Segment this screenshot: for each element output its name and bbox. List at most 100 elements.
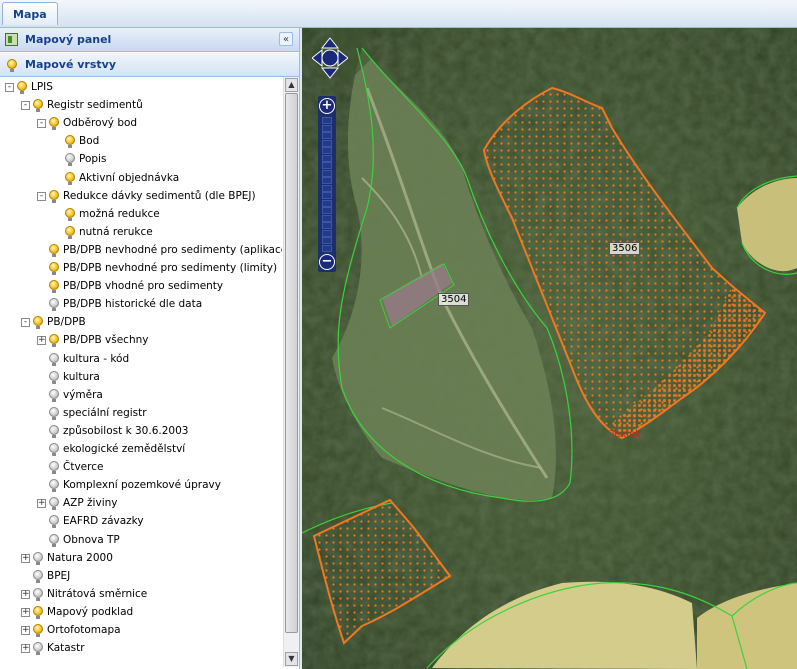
expand-node-icon[interactable]: + — [37, 336, 46, 346]
layer-tree-item[interactable]: speciální registr — [0, 405, 282, 423]
layer-tree-item[interactable]: výměra — [0, 387, 282, 405]
lightbulb-icon[interactable] — [49, 461, 59, 475]
layer-tree-item[interactable]: Popis — [0, 151, 282, 169]
parcel-label-3504[interactable]: 3504 — [438, 293, 470, 306]
layer-tree-item[interactable]: + PB/DPB všechny — [0, 332, 282, 350]
zoom-level-tick[interactable] — [322, 192, 332, 199]
lightbulb-icon[interactable] — [49, 370, 59, 384]
lightbulb-icon[interactable] — [49, 117, 59, 131]
lightbulb-icon[interactable] — [49, 479, 59, 493]
expand-node-icon[interactable]: + — [21, 589, 30, 599]
lightbulb-icon[interactable] — [33, 605, 43, 619]
layer-tree-item[interactable]: PB/DPB historické dle data — [0, 296, 282, 314]
layer-tree-item[interactable]: - Registr sedimentů — [0, 97, 282, 115]
layer-tree-scrollbar[interactable]: ▲ ▼ — [283, 77, 299, 667]
pan-down-icon[interactable] — [320, 67, 340, 79]
pan-right-icon[interactable] — [337, 48, 348, 68]
expand-node-icon[interactable]: + — [21, 626, 30, 635]
lightbulb-icon[interactable] — [33, 642, 43, 656]
layer-tree-item[interactable]: PB/DPB vhodné pro sedimenty — [0, 278, 282, 296]
zoom-slider[interactable]: + − — [318, 96, 336, 272]
layer-tree-item[interactable]: + Nitrátová směrnice — [0, 586, 282, 604]
expand-node-icon[interactable]: + — [21, 607, 30, 617]
lightbulb-icon[interactable] — [33, 316, 43, 330]
layer-tree-item[interactable]: - Redukce dávky sedimentů (dle BPEJ) — [0, 188, 282, 206]
pan-up-icon[interactable] — [320, 37, 340, 49]
layer-tree-item[interactable]: - PB/DPB — [0, 314, 282, 332]
layer-tree-item[interactable]: Bod — [0, 133, 282, 151]
parcel-label-3506[interactable]: 3506 — [609, 242, 641, 255]
zoom-level-tick[interactable] — [322, 154, 332, 162]
lightbulb-icon[interactable] — [49, 262, 59, 275]
zoom-level-tick[interactable] — [322, 117, 332, 124]
map-layers-header[interactable]: Mapové vrstvy — [0, 53, 299, 77]
lightbulb-icon[interactable] — [33, 624, 43, 637]
lightbulb-icon[interactable] — [49, 298, 59, 312]
orthophoto-map[interactable] — [302, 28, 797, 669]
layer-tree-item[interactable]: BPEJ — [0, 568, 282, 586]
collapse-node-icon[interactable]: - — [37, 191, 46, 201]
lightbulb-icon[interactable] — [49, 424, 59, 438]
layer-tree-item[interactable]: EAFRD závazky — [0, 513, 282, 531]
lightbulb-icon[interactable] — [33, 551, 43, 565]
layer-tree-item[interactable]: + Ortofotomapa — [0, 622, 282, 640]
layer-tree-item[interactable]: Aktivní objednávka — [0, 170, 282, 188]
lightbulb-icon[interactable] — [49, 497, 59, 511]
layer-tree-item[interactable]: způsobilost k 30.6.2003 — [0, 423, 282, 441]
lightbulb-icon[interactable] — [17, 81, 27, 94]
lightbulb-icon[interactable] — [49, 334, 59, 348]
zoom-level-tick[interactable] — [322, 207, 332, 214]
layer-tree-item[interactable]: PB/DPB nevhodné pro sedimenty (limity) — [0, 260, 282, 278]
zoom-level-tick[interactable] — [322, 222, 332, 229]
layer-tree-item[interactable]: - Odběrový bod — [0, 115, 282, 133]
zoom-level-tick[interactable] — [322, 147, 332, 154]
zoom-level-tick[interactable] — [322, 244, 332, 252]
layer-tree-item[interactable]: ekologické zemědělství — [0, 441, 282, 459]
expand-node-icon[interactable]: + — [21, 644, 30, 654]
lightbulb-icon[interactable] — [49, 515, 59, 529]
expand-node-icon[interactable]: + — [21, 553, 30, 563]
zoom-level-tick[interactable] — [322, 177, 332, 184]
layer-tree-item[interactable]: Obnova TP — [0, 532, 282, 550]
map-view[interactable]: 3506 3504 Texlek + − — [302, 28, 797, 669]
lightbulb-icon[interactable] — [49, 280, 59, 294]
layer-tree-item[interactable]: - LPIS — [0, 79, 282, 97]
lightbulb-icon[interactable] — [65, 153, 75, 167]
zoom-level-tick[interactable] — [322, 124, 332, 132]
expand-node-icon[interactable]: + — [37, 499, 46, 509]
layer-tree-item[interactable]: Komplexní pozemkové úpravy — [0, 477, 282, 495]
layer-tree-item[interactable]: + Natura 2000 — [0, 550, 282, 568]
scroll-up-arrow-icon[interactable]: ▲ — [285, 78, 298, 92]
zoom-level-tick[interactable] — [322, 169, 332, 177]
zoom-level-tick[interactable] — [322, 229, 332, 237]
collapse-node-icon[interactable]: - — [21, 101, 30, 111]
lightbulb-icon[interactable] — [49, 352, 59, 366]
layer-tree-item[interactable]: + Mapový podklad — [0, 604, 282, 622]
pan-control[interactable] — [312, 36, 348, 80]
collapse-panel-button[interactable]: « — [279, 32, 293, 46]
zoom-in-button[interactable]: + — [319, 98, 335, 114]
lightbulb-icon[interactable] — [65, 135, 75, 149]
layer-tree-item[interactable]: PB/DPB nevhodné pro sedimenty (aplikace) — [0, 242, 282, 260]
zoom-level-tick[interactable] — [322, 162, 332, 169]
tab-map[interactable]: Mapa — [2, 2, 58, 25]
layer-tree-item[interactable]: + AZP živiny — [0, 495, 282, 513]
layer-tree-item[interactable]: nutná rerukce — [0, 224, 282, 242]
zoom-level-tick[interactable] — [322, 132, 332, 139]
lightbulb-icon[interactable] — [49, 243, 59, 257]
layer-tree-item[interactable]: kultura - kód — [0, 351, 282, 369]
layer-tree-item[interactable]: kultura — [0, 369, 282, 387]
collapse-node-icon[interactable]: - — [21, 318, 30, 328]
zoom-level-tick[interactable] — [322, 184, 332, 192]
zoom-level-tick[interactable] — [322, 214, 332, 222]
lightbulb-icon[interactable] — [49, 533, 59, 547]
scroll-down-arrow-icon[interactable]: ▼ — [285, 652, 298, 666]
collapse-node-icon[interactable]: - — [5, 83, 14, 92]
lightbulb-icon[interactable] — [33, 99, 43, 113]
layer-tree-item[interactable]: + Katastr — [0, 640, 282, 658]
collapse-node-icon[interactable]: - — [37, 119, 46, 129]
lightbulb-icon[interactable] — [33, 587, 43, 601]
zoom-out-button[interactable]: − — [319, 254, 335, 270]
lightbulb-icon[interactable] — [65, 207, 75, 221]
lightbulb-icon[interactable] — [49, 443, 59, 456]
